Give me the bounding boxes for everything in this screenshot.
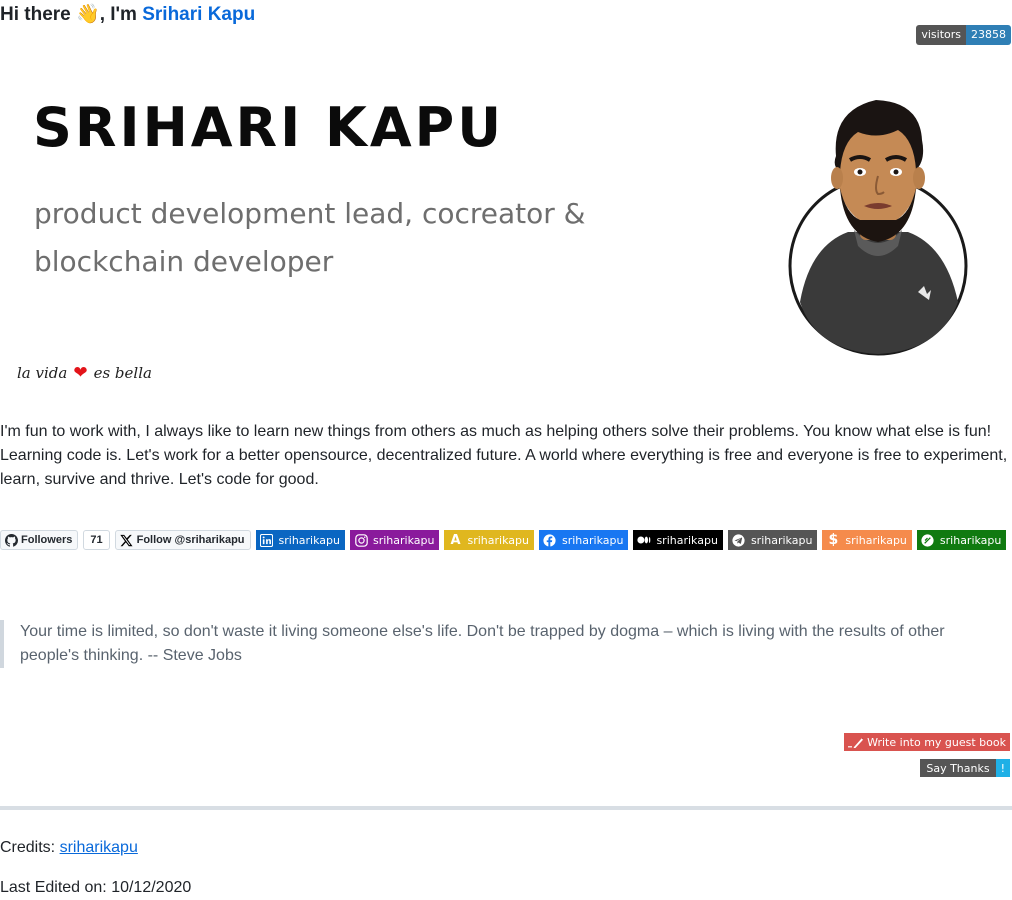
followers-label: Followers — [21, 534, 73, 546]
banner-role: product development lead, cocreator & bl… — [34, 190, 654, 286]
github-followers-button[interactable]: Followers — [0, 530, 79, 550]
about-text: I'm fun to work with, I always like to l… — [0, 423, 1008, 488]
stackshare-badge[interactable]: $ sriharikapu — [822, 530, 912, 550]
ae-icon: A — [450, 532, 461, 548]
heart-icon: ❤ — [73, 363, 88, 383]
telegram-icon — [732, 533, 746, 547]
instagram-label: sriharikapu — [373, 533, 435, 547]
social-badges: Followers 71 Follow @sriharikapu srihari… — [0, 530, 1007, 550]
instagram-badge[interactable]: sriharikapu — [350, 530, 440, 550]
facebook-label: sriharikapu — [561, 533, 624, 547]
motto-left: la vida — [17, 364, 68, 382]
medium-icon — [637, 533, 651, 547]
linkedin-badge[interactable]: sriharikapu — [255, 530, 345, 550]
last-edited: Last Edited on: 10/12/2020 — [0, 879, 192, 896]
ae-badge[interactable]: A sriharikapu — [444, 530, 534, 550]
linkedin-icon — [260, 533, 274, 547]
avatar — [788, 100, 968, 356]
motto-right: es bella — [93, 364, 152, 382]
facebook-badge[interactable]: sriharikapu — [538, 530, 629, 550]
x-follow-label: Follow @sriharikapu — [136, 534, 245, 546]
greeting-text: Hi there — [0, 4, 71, 25]
x-follow-button[interactable]: Follow @sriharikapu — [114, 530, 251, 550]
credits: Credits: sriharikapu — [0, 839, 138, 857]
github-icon — [5, 533, 18, 547]
greeting-middle: , I'm — [99, 4, 137, 25]
linkedin-label: sriharikapu — [278, 533, 340, 547]
guestbook-button[interactable]: Write into my guest book — [844, 733, 1010, 751]
medium-badge[interactable]: sriharikapu — [633, 530, 723, 550]
medium-label: sriharikapu — [656, 533, 718, 547]
guestbook-label: Write into my guest book — [867, 735, 1006, 749]
stackshare-label: sriharikapu — [845, 533, 907, 547]
gitcoin-icon — [921, 533, 935, 547]
visitors-badge: visitors 23858 — [916, 25, 1011, 45]
say-thanks-label: Say Thanks — [920, 759, 996, 777]
gitcoin-badge[interactable]: sriharikapu — [916, 530, 1007, 550]
stackshare-icon: $ — [828, 532, 839, 548]
name-link[interactable]: Srihari Kapu — [142, 4, 255, 25]
gitcoin-label: sriharikapu — [939, 533, 1002, 547]
telegram-badge[interactable]: sriharikapu — [727, 530, 818, 550]
wave-emoji: 👋 — [76, 4, 100, 25]
facebook-icon — [543, 533, 557, 547]
banner-role-line-1: product development lead, cocreator & — [34, 197, 586, 230]
say-thanks-button[interactable]: Say Thanks ! — [920, 759, 1010, 777]
quote-block: Your time is limited, so don't waste it … — [0, 620, 1000, 668]
motto: la vida ❤ es bella — [17, 363, 152, 383]
followers-count: 71 — [83, 530, 110, 550]
instagram-icon — [354, 533, 368, 547]
header-banner: SRIHARI KAPU product development lead, c… — [0, 60, 1012, 400]
divider — [0, 806, 1012, 810]
page-heading: Hi there 👋, I'm Srihari Kapu — [0, 2, 255, 26]
say-thanks-mark: ! — [995, 759, 1010, 777]
banner-name: SRIHARI KAPU — [33, 96, 505, 159]
pencil-icon — [848, 737, 864, 748]
x-icon — [119, 534, 133, 546]
visitors-count: 23858 — [966, 25, 1011, 45]
ae-label: sriharikapu — [467, 533, 529, 547]
banner-role-line-2: blockchain developer — [34, 245, 334, 278]
telegram-label: sriharikapu — [750, 533, 813, 547]
credits-label: Credits: — [0, 839, 56, 856]
credits-link[interactable]: sriharikapu — [60, 839, 138, 856]
visitors-label: visitors — [916, 25, 966, 45]
